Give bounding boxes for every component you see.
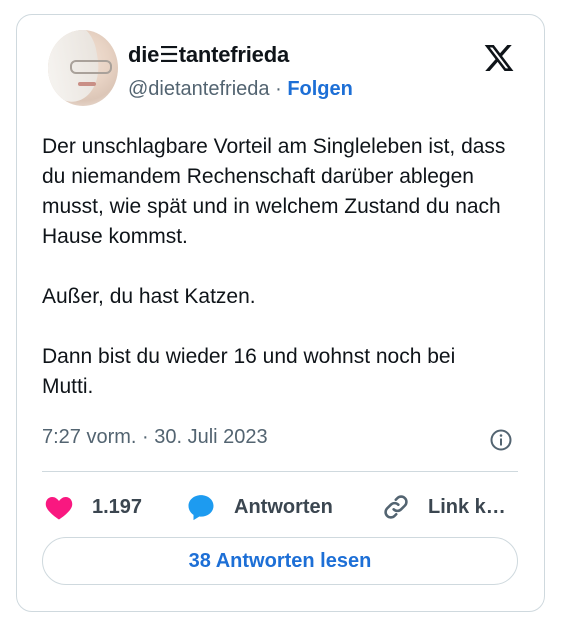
tweet-timestamp[interactable]: 7:27 vorm. · 30. Juli 2023 bbox=[42, 426, 268, 449]
handle-separator: · bbox=[275, 78, 282, 100]
reply-button[interactable]: Antworten bbox=[186, 491, 333, 523]
author-display-name[interactable]: die☰tantefrieda bbox=[128, 42, 289, 68]
copy-link-button[interactable]: Link k… bbox=[382, 491, 506, 523]
info-icon[interactable] bbox=[489, 428, 513, 452]
avatar-glasses bbox=[70, 60, 112, 74]
speech-bubble-icon bbox=[188, 495, 214, 521]
like-count: 1.197 bbox=[92, 495, 143, 518]
reply-label: Antworten bbox=[234, 495, 333, 518]
read-replies-button[interactable]: 38 Antworten lesen bbox=[42, 537, 518, 585]
author-handle[interactable]: @dietantefrieda bbox=[128, 78, 270, 100]
divider bbox=[42, 471, 518, 472]
heart-icon bbox=[45, 497, 73, 520]
tweet-text: Der unschlagbare Vorteil am Singleleben … bbox=[42, 135, 506, 398]
author-handle-row: @dietantefrieda · Folgen bbox=[128, 78, 353, 101]
avatar[interactable] bbox=[48, 30, 118, 106]
avatar-mouth bbox=[78, 82, 96, 86]
link-icon bbox=[384, 495, 408, 519]
link-label: Link k… bbox=[428, 495, 506, 518]
x-logo-icon[interactable] bbox=[482, 42, 516, 74]
follow-button[interactable]: Folgen bbox=[287, 78, 353, 100]
like-button[interactable]: 1.197 bbox=[44, 491, 142, 523]
